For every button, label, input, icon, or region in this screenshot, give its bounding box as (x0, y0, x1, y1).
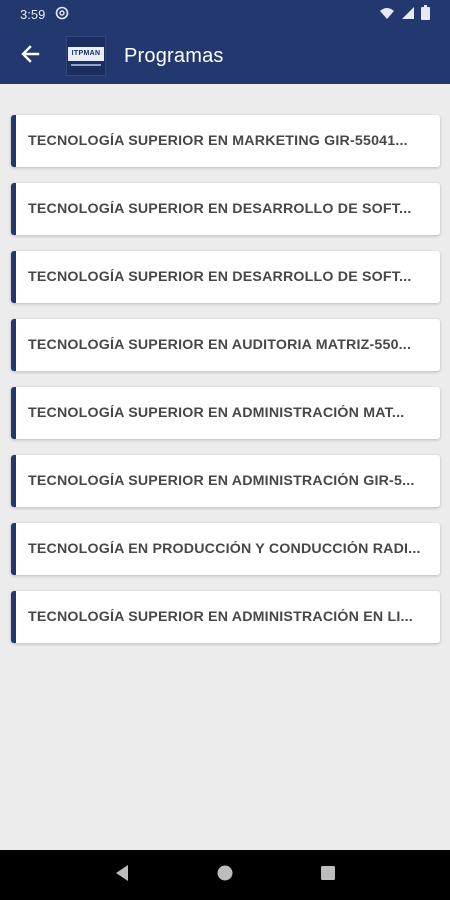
nav-back-button[interactable] (102, 855, 142, 895)
status-time: 3:59 (20, 6, 46, 22)
program-label: TECNOLOGÍA SUPERIOR EN ADMINISTRACIÓN MA… (28, 405, 405, 421)
battery-icon (421, 5, 430, 23)
toolbar: ITPMAN Programas (0, 28, 450, 84)
program-label: TECNOLOGÍA SUPERIOR EN DESARROLLO DE SOF… (28, 201, 412, 217)
programs-list: TECNOLOGÍA SUPERIOR EN MARKETING GIR-550… (11, 115, 440, 659)
wifi-icon (379, 6, 395, 23)
home-circle-icon (216, 864, 234, 887)
program-label: TECNOLOGÍA SUPERIOR EN AUDITORIA MATRIZ-… (28, 337, 412, 353)
page-title: Programas (124, 44, 224, 67)
program-label: TECNOLOGÍA SUPERIOR EN DESARROLLO DE SOF… (28, 269, 412, 285)
arrow-left-icon (20, 44, 40, 69)
program-item[interactable]: TECNOLOGÍA SUPERIOR EN MARKETING GIR-550… (11, 115, 440, 167)
program-label: TECNOLOGÍA SUPERIOR EN ADMINISTRACIÓN EN… (28, 609, 413, 625)
system-nav-bar (0, 850, 450, 900)
nav-home-button[interactable] (205, 855, 245, 895)
program-item[interactable]: TECNOLOGÍA SUPERIOR EN ADMINISTRACIÓN MA… (11, 387, 440, 439)
recents-square-icon (320, 865, 336, 886)
nav-recents-button[interactable] (308, 855, 348, 895)
program-label: TECNOLOGÍA SUPERIOR EN MARKETING GIR-550… (28, 133, 408, 149)
back-triangle-icon (114, 864, 130, 887)
back-button[interactable] (10, 36, 50, 76)
at-sign-icon (55, 6, 69, 23)
logo: ITPMAN (66, 36, 106, 76)
status-bar: 3:59 (0, 0, 450, 28)
program-item[interactable]: TECNOLOGÍA SUPERIOR EN AUDITORIA MATRIZ-… (11, 319, 440, 371)
program-item[interactable]: TECNOLOGÍA SUPERIOR EN ADMINISTRACIÓN GI… (11, 455, 440, 507)
program-item[interactable]: TECNOLOGÍA SUPERIOR EN ADMINISTRACIÓN EN… (11, 591, 440, 643)
app-bar: 3:59 ITPMAN Programas (0, 0, 450, 84)
signal-icon (401, 6, 415, 23)
program-label: TECNOLOGÍA EN PRODUCCIÓN Y CONDUCCIÓN RA… (28, 541, 421, 557)
logo-text: ITPMAN (68, 46, 104, 61)
program-item[interactable]: TECNOLOGÍA SUPERIOR EN DESARROLLO DE SOF… (11, 183, 440, 235)
program-item[interactable]: TECNOLOGÍA EN PRODUCCIÓN Y CONDUCCIÓN RA… (11, 523, 440, 575)
program-item[interactable]: TECNOLOGÍA SUPERIOR EN DESARROLLO DE SOF… (11, 251, 440, 303)
program-label: TECNOLOGÍA SUPERIOR EN ADMINISTRACIÓN GI… (28, 473, 415, 489)
